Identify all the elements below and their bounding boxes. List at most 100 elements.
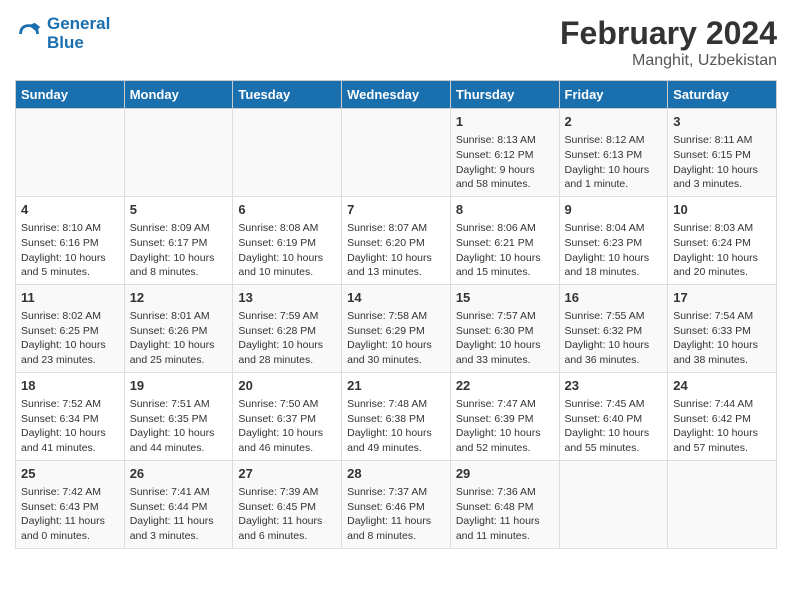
calendar-cell: [342, 109, 451, 197]
weekday-header-row: SundayMondayTuesdayWednesdayThursdayFrid…: [16, 81, 777, 109]
calendar-cell: [559, 460, 668, 548]
day-info: Sunrise: 8:02 AM Sunset: 6:25 PM Dayligh…: [21, 309, 119, 368]
day-number: 5: [130, 201, 228, 219]
day-info: Sunrise: 7:44 AM Sunset: 6:42 PM Dayligh…: [673, 397, 771, 456]
calendar-cell: 3 Sunrise: 8:11 AM Sunset: 6:15 PM Daylig…: [668, 109, 777, 197]
calendar-cell: 8 Sunrise: 8:06 AM Sunset: 6:21 PM Daylig…: [450, 196, 559, 284]
calendar-cell: 19Sunrise: 7:51 AM Sunset: 6:35 PM Dayli…: [124, 372, 233, 460]
calendar-week-row: 18 Sunrise: 7:52 AM Sunset: 6:34 PM Dayli…: [16, 372, 777, 460]
page-subtitle: Manghit, Uzbekistan: [560, 52, 777, 70]
calendar-cell: 29Sunrise: 7:36 AM Sunset: 6:48 PM Dayli…: [450, 460, 559, 548]
page-title: February 2024: [560, 15, 777, 52]
calendar-cell: 6 Sunrise: 8:08 AM Sunset: 6:19 PM Daylig…: [233, 196, 342, 284]
day-number: 16: [565, 289, 663, 307]
calendar-cell: 14 Sunrise: 7:58 AM Sunset: 6:29 PM Dayli…: [342, 284, 451, 372]
calendar-cell: 15 Sunrise: 7:57 AM Sunset: 6:30 PM Dayli…: [450, 284, 559, 372]
calendar-cell: 7Sunrise: 8:07 AM Sunset: 6:20 PM Daylig…: [342, 196, 451, 284]
day-info: Sunrise: 8:09 AM Sunset: 6:17 PM Dayligh…: [130, 221, 228, 280]
weekday-header-tuesday: Tuesday: [233, 81, 342, 109]
day-info: Sunrise: 7:59 AM Sunset: 6:28 PM Dayligh…: [238, 309, 336, 368]
calendar-cell: 13 Sunrise: 7:59 AM Sunset: 6:28 PM Dayli…: [233, 284, 342, 372]
day-info: Sunrise: 7:57 AM Sunset: 6:30 PM Dayligh…: [456, 309, 554, 368]
day-info: Sunrise: 8:11 AM Sunset: 6:15 PM Dayligh…: [673, 133, 771, 192]
day-number: 21: [347, 377, 445, 395]
day-number: 20: [238, 377, 336, 395]
day-number: 10: [673, 201, 771, 219]
calendar-cell: 16 Sunrise: 7:55 AM Sunset: 6:32 PM Dayli…: [559, 284, 668, 372]
calendar-cell: 18 Sunrise: 7:52 AM Sunset: 6:34 PM Dayli…: [16, 372, 125, 460]
day-info: Sunrise: 8:10 AM Sunset: 6:16 PM Dayligh…: [21, 221, 119, 280]
day-info: Sunrise: 8:03 AM Sunset: 6:24 PM Dayligh…: [673, 221, 771, 280]
title-block: February 2024 Manghit, Uzbekistan: [560, 15, 777, 70]
day-number: 18: [21, 377, 119, 395]
calendar-cell: 23Sunrise: 7:45 AM Sunset: 6:40 PM Dayli…: [559, 372, 668, 460]
calendar-cell: 12 Sunrise: 8:01 AM Sunset: 6:26 PM Dayli…: [124, 284, 233, 372]
day-number: 13: [238, 289, 336, 307]
logo: General Blue: [15, 15, 110, 52]
calendar-cell: 20 Sunrise: 7:50 AM Sunset: 6:37 PM Dayli…: [233, 372, 342, 460]
day-info: Sunrise: 7:41 AM Sunset: 6:44 PM Dayligh…: [130, 485, 228, 544]
day-info: Sunrise: 7:58 AM Sunset: 6:29 PM Dayligh…: [347, 309, 445, 368]
calendar-cell: 2Sunrise: 8:12 AM Sunset: 6:13 PM Daylig…: [559, 109, 668, 197]
calendar-week-row: 25Sunrise: 7:42 AM Sunset: 6:43 PM Dayli…: [16, 460, 777, 548]
calendar-cell: [124, 109, 233, 197]
day-info: Sunrise: 7:54 AM Sunset: 6:33 PM Dayligh…: [673, 309, 771, 368]
calendar-cell: 28 Sunrise: 7:37 AM Sunset: 6:46 PM Dayli…: [342, 460, 451, 548]
calendar-cell: 22 Sunrise: 7:47 AM Sunset: 6:39 PM Dayli…: [450, 372, 559, 460]
calendar-cell: 27 Sunrise: 7:39 AM Sunset: 6:45 PM Dayli…: [233, 460, 342, 548]
weekday-header-wednesday: Wednesday: [342, 81, 451, 109]
day-info: Sunrise: 7:37 AM Sunset: 6:46 PM Dayligh…: [347, 485, 445, 544]
logo-general: General: [47, 14, 110, 33]
day-info: Sunrise: 7:45 AM Sunset: 6:40 PM Dayligh…: [565, 397, 663, 456]
day-info: Sunrise: 7:47 AM Sunset: 6:39 PM Dayligh…: [456, 397, 554, 456]
calendar-cell: 11 Sunrise: 8:02 AM Sunset: 6:25 PM Dayli…: [16, 284, 125, 372]
day-number: 8: [456, 201, 554, 219]
calendar-cell: 5 Sunrise: 8:09 AM Sunset: 6:17 PM Daylig…: [124, 196, 233, 284]
day-info: Sunrise: 7:42 AM Sunset: 6:43 PM Dayligh…: [21, 485, 119, 544]
page-header: General Blue February 2024 Manghit, Uzbe…: [15, 15, 777, 70]
day-number: 4: [21, 201, 119, 219]
calendar-cell: 21 Sunrise: 7:48 AM Sunset: 6:38 PM Dayli…: [342, 372, 451, 460]
day-number: 27: [238, 465, 336, 483]
day-number: 3: [673, 113, 771, 131]
day-number: 9: [565, 201, 663, 219]
calendar-week-row: 4 Sunrise: 8:10 AM Sunset: 6:16 PM Daylig…: [16, 196, 777, 284]
day-info: Sunrise: 8:06 AM Sunset: 6:21 PM Dayligh…: [456, 221, 554, 280]
day-info: Sunrise: 7:50 AM Sunset: 6:37 PM Dayligh…: [238, 397, 336, 456]
day-number: 12: [130, 289, 228, 307]
day-info: Sunrise: 7:39 AM Sunset: 6:45 PM Dayligh…: [238, 485, 336, 544]
calendar-cell: [668, 460, 777, 548]
day-number: 22: [456, 377, 554, 395]
calendar-cell: 4 Sunrise: 8:10 AM Sunset: 6:16 PM Daylig…: [16, 196, 125, 284]
calendar-cell: 1Sunrise: 8:13 AM Sunset: 6:12 PM Daylig…: [450, 109, 559, 197]
weekday-header-monday: Monday: [124, 81, 233, 109]
day-number: 26: [130, 465, 228, 483]
calendar-cell: 10 Sunrise: 8:03 AM Sunset: 6:24 PM Dayli…: [668, 196, 777, 284]
day-info: Sunrise: 7:55 AM Sunset: 6:32 PM Dayligh…: [565, 309, 663, 368]
logo-icon: [15, 20, 43, 48]
logo-blue: Blue: [47, 33, 84, 52]
day-number: 7: [347, 201, 445, 219]
day-number: 28: [347, 465, 445, 483]
day-number: 6: [238, 201, 336, 219]
day-info: Sunrise: 7:48 AM Sunset: 6:38 PM Dayligh…: [347, 397, 445, 456]
day-info: Sunrise: 7:52 AM Sunset: 6:34 PM Dayligh…: [21, 397, 119, 456]
calendar-week-row: 1Sunrise: 8:13 AM Sunset: 6:12 PM Daylig…: [16, 109, 777, 197]
day-number: 24: [673, 377, 771, 395]
day-number: 14: [347, 289, 445, 307]
calendar-cell: 25Sunrise: 7:42 AM Sunset: 6:43 PM Dayli…: [16, 460, 125, 548]
day-info: Sunrise: 8:08 AM Sunset: 6:19 PM Dayligh…: [238, 221, 336, 280]
weekday-header-saturday: Saturday: [668, 81, 777, 109]
day-info: Sunrise: 7:51 AM Sunset: 6:35 PM Dayligh…: [130, 397, 228, 456]
day-info: Sunrise: 8:12 AM Sunset: 6:13 PM Dayligh…: [565, 133, 663, 192]
calendar-cell: 9 Sunrise: 8:04 AM Sunset: 6:23 PM Daylig…: [559, 196, 668, 284]
calendar-cell: 26 Sunrise: 7:41 AM Sunset: 6:44 PM Dayli…: [124, 460, 233, 548]
day-number: 11: [21, 289, 119, 307]
calendar-week-row: 11 Sunrise: 8:02 AM Sunset: 6:25 PM Dayli…: [16, 284, 777, 372]
calendar-cell: [233, 109, 342, 197]
day-info: Sunrise: 8:04 AM Sunset: 6:23 PM Dayligh…: [565, 221, 663, 280]
weekday-header-sunday: Sunday: [16, 81, 125, 109]
day-number: 15: [456, 289, 554, 307]
day-info: Sunrise: 7:36 AM Sunset: 6:48 PM Dayligh…: [456, 485, 554, 544]
day-info: Sunrise: 8:01 AM Sunset: 6:26 PM Dayligh…: [130, 309, 228, 368]
